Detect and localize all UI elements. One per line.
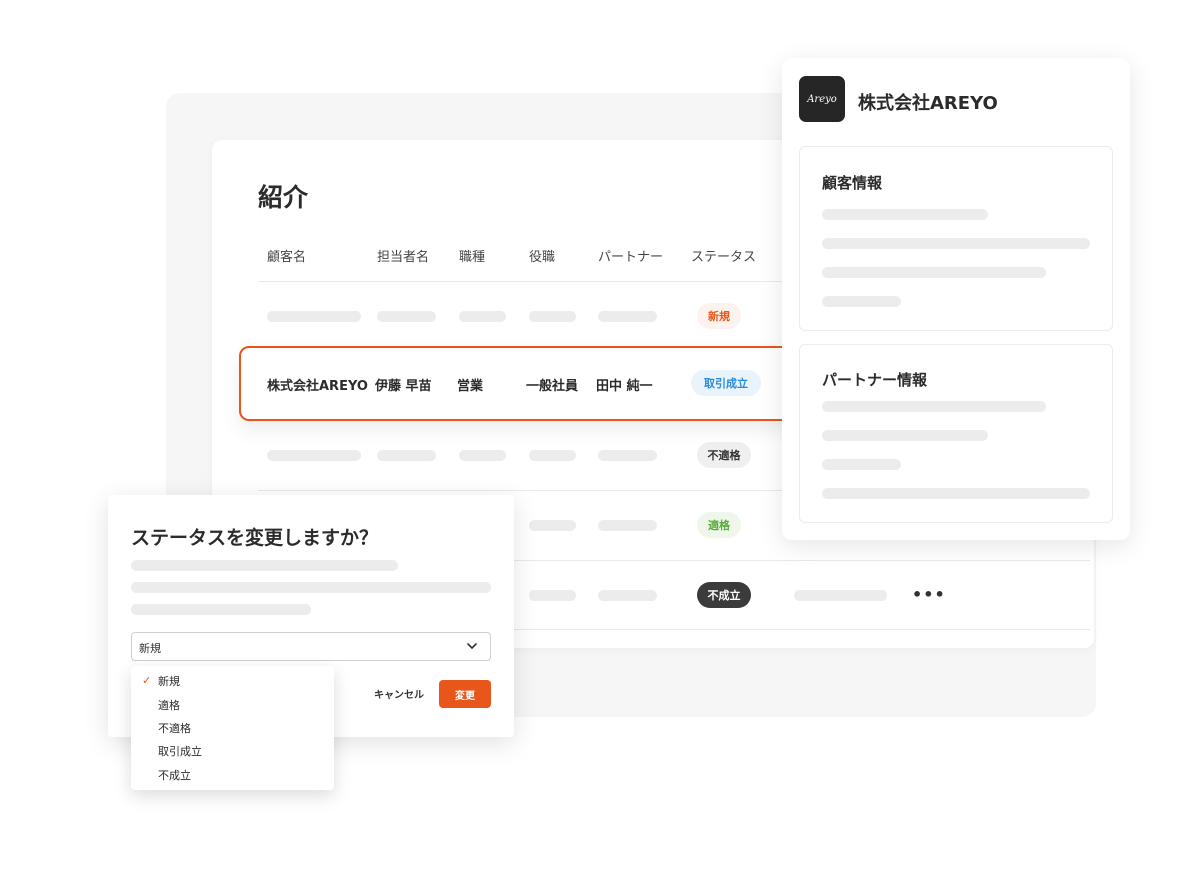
cell-position: 一般社員	[526, 379, 579, 394]
column-header-status[interactable]: ステータス	[691, 246, 756, 265]
skeleton-line	[131, 604, 311, 615]
page-title: 紹介	[258, 183, 309, 212]
cell-job: 営業	[457, 379, 484, 394]
skeleton-line	[822, 430, 988, 441]
skeleton-cell	[459, 450, 506, 461]
status-badge: 適格	[697, 512, 741, 538]
check-icon: ✓	[142, 674, 152, 687]
skeleton-cell	[267, 450, 361, 461]
skeleton-cell	[529, 311, 576, 322]
cancel-button[interactable]: キャンセル	[366, 680, 432, 707]
column-header-partner[interactable]: パートナー	[598, 246, 663, 265]
more-options-icon[interactable]: •••	[912, 585, 946, 604]
company-logo: Areyo	[799, 76, 845, 122]
skeleton-cell	[529, 520, 576, 531]
chevron-down-icon[interactable]	[466, 640, 478, 652]
skeleton-cell	[267, 311, 361, 322]
skeleton-cell	[529, 590, 576, 601]
company-name: 株式会社AREYO	[858, 93, 998, 114]
dropdown-option-fit[interactable]: 適格	[158, 697, 180, 713]
skeleton-line	[822, 267, 1046, 278]
cell-person: 伊藤 早苗	[375, 379, 432, 394]
skeleton-cell	[598, 590, 657, 601]
skeleton-cell	[459, 311, 506, 322]
skeleton-line	[822, 459, 901, 470]
skeleton-line	[822, 401, 1046, 412]
skeleton-line	[822, 488, 1090, 499]
status-badge: 不適格	[697, 442, 751, 468]
skeleton-line	[822, 296, 901, 307]
column-header-job[interactable]: 職種	[459, 246, 485, 265]
partner-info-title: パートナー情報	[822, 371, 928, 389]
skeleton-cell	[377, 311, 436, 322]
skeleton-line	[822, 238, 1090, 249]
skeleton-cell	[598, 520, 657, 531]
dropdown-option-unfit[interactable]: 不適格	[158, 720, 191, 736]
status-badge-deal: 取引成立	[691, 370, 761, 396]
skeleton-line	[131, 582, 491, 593]
dropdown-option-new[interactable]: 新規	[158, 673, 180, 689]
status-badge: 新規	[697, 303, 741, 329]
skeleton-cell	[598, 450, 657, 461]
skeleton-cell	[794, 590, 887, 601]
column-header-customer[interactable]: 顧客名	[267, 246, 306, 265]
cell-partner: 田中 純一	[596, 379, 653, 394]
skeleton-line	[131, 560, 398, 571]
skeleton-cell	[598, 311, 657, 322]
status-select[interactable]	[131, 632, 491, 661]
cell-customer: 株式会社AREYO	[267, 379, 368, 394]
dialog-title: ステータスを変更しますか？	[131, 527, 379, 549]
skeleton-cell	[529, 450, 576, 461]
status-badge: 不成立	[697, 582, 751, 608]
skeleton-line	[822, 209, 988, 220]
column-header-person[interactable]: 担当者名	[377, 246, 429, 265]
dropdown-option-fail[interactable]: 不成立	[158, 767, 191, 783]
column-header-position[interactable]: 役職	[529, 246, 555, 265]
status-select-value: 新規	[139, 642, 161, 655]
skeleton-cell	[377, 450, 436, 461]
dropdown-option-deal[interactable]: 取引成立	[158, 743, 202, 759]
change-button[interactable]: 変更	[439, 680, 491, 708]
header-divider	[258, 281, 782, 282]
customer-info-title: 顧客情報	[822, 174, 883, 192]
